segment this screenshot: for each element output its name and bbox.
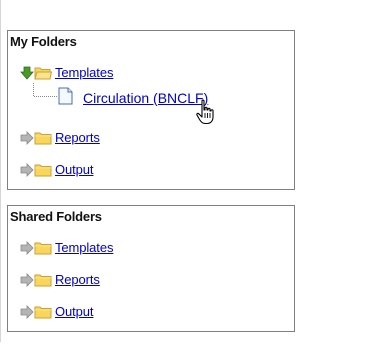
folder-link-templates[interactable]: Templates [55,240,113,255]
shared-folders-title: Shared Folders [10,209,102,224]
expanded-arrow-icon[interactable] [20,66,34,80]
folder-link-output[interactable]: Output [55,162,94,177]
folder-icon [34,304,52,320]
shared-folders-panel: Shared Folders Templates Reports Output [7,205,295,332]
folder-icon [34,240,52,256]
collapsed-arrow-icon[interactable] [20,305,34,319]
collapsed-arrow-icon[interactable] [20,241,34,255]
hand-cursor-icon [196,99,214,125]
collapsed-arrow-icon[interactable] [20,163,34,177]
shared-folders-item-templates[interactable]: Templates [20,238,220,258]
left-divider [0,0,1,342]
folder-open-icon [34,65,53,81]
my-folders-panel: My Folders Templates Circulation (BNCLF) [7,30,295,190]
folder-link-reports[interactable]: Reports [55,130,100,145]
folder-link-templates[interactable]: Templates [55,65,113,80]
folder-link-output[interactable]: Output [55,304,94,319]
collapsed-arrow-icon[interactable] [20,131,34,145]
folder-icon [34,130,52,146]
collapsed-arrow-icon[interactable] [20,273,34,287]
tree-connector [33,83,57,97]
my-folders-title: My Folders [10,34,77,49]
shared-folders-item-reports[interactable]: Reports [20,270,220,290]
my-folders-item-templates[interactable]: Templates [20,63,220,83]
folder-icon [34,272,52,288]
shared-folders-item-output[interactable]: Output [20,302,220,322]
document-icon [58,87,74,105]
my-folders-item-reports[interactable]: Reports [20,128,220,148]
folder-icon [34,162,52,178]
folder-link-reports[interactable]: Reports [55,272,100,287]
document-link-circulation[interactable]: Circulation (BNCLF) [83,90,208,106]
my-folders-item-output[interactable]: Output [20,160,220,180]
